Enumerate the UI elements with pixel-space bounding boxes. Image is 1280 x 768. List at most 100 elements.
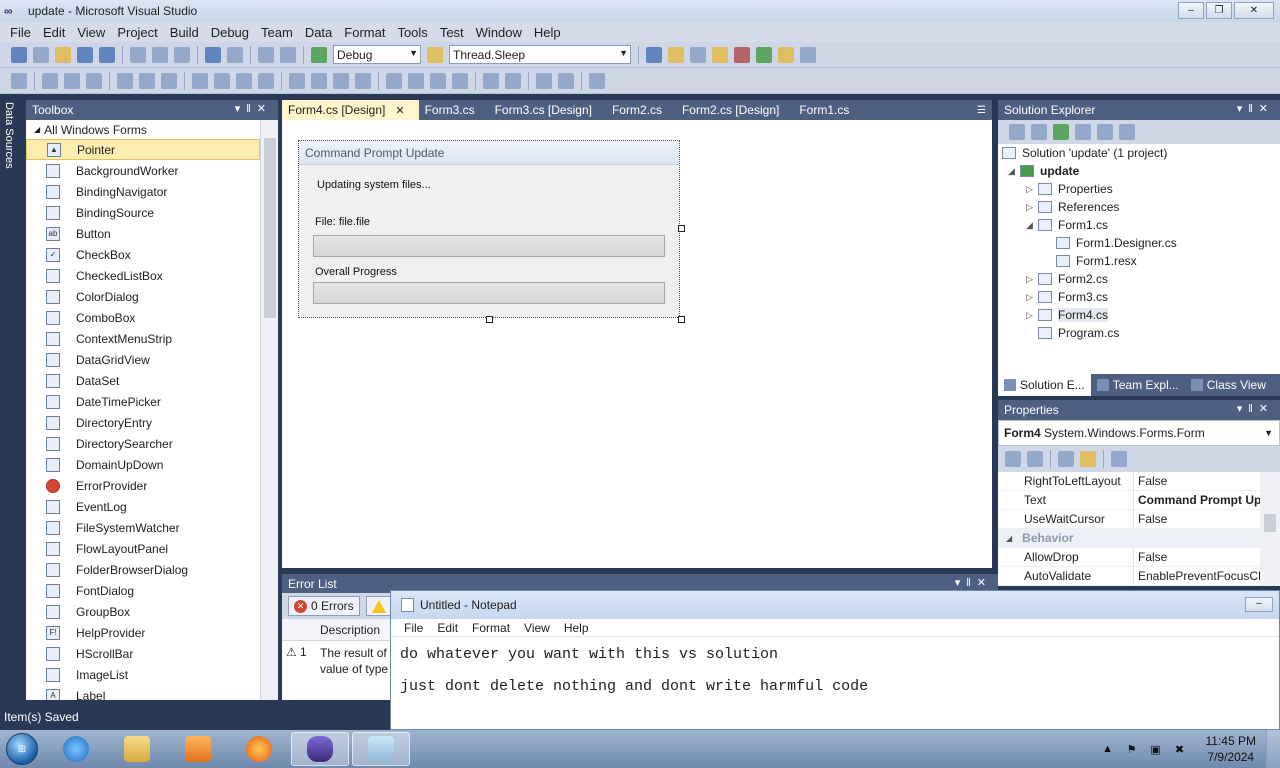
show-all-files-icon[interactable] [1031,124,1047,140]
chevron-down-icon[interactable]: ▾ [235,103,247,115]
toolbox-item-backgroundworker[interactable]: BackgroundWorker [26,160,260,181]
show-desktop-button[interactable] [1266,730,1280,768]
menu-format[interactable]: Format [338,25,391,40]
redo-icon[interactable] [227,46,243,63]
toolbox-item-label[interactable]: A Label [26,685,260,700]
tree-node-references[interactable]: ▷ References [998,198,1280,216]
solution-configuration-dropdown[interactable]: Debug ▼ [333,45,421,64]
toolbox-item-checkbox[interactable]: ✓ CheckBox [26,244,260,265]
tab-solution-explorer[interactable]: Solution E... [998,374,1091,396]
vertical-spacing-increase-icon[interactable] [408,72,424,89]
categorized-icon[interactable] [1005,451,1021,467]
view-designer-icon[interactable] [1097,124,1113,140]
command-window-icon[interactable] [800,46,816,63]
toolbox-item-helpprovider[interactable]: F! HelpProvider [26,622,260,643]
make-same-height-icon[interactable] [236,72,252,89]
taskbar-visual-studio[interactable] [291,732,349,766]
start-page-icon[interactable] [756,46,772,63]
form4-preview[interactable]: Command Prompt Update Updating system fi… [298,140,685,323]
menu-debug[interactable]: Debug [205,25,255,40]
properties-icon[interactable] [1009,124,1025,140]
center-horizontally-icon[interactable] [483,72,499,89]
start-debugging-icon[interactable] [311,46,327,63]
notepad-menu-format[interactable]: Format [465,621,517,635]
toolbox-item-domainupdown[interactable]: DomainUpDown [26,454,260,475]
menu-project[interactable]: Project [111,25,163,40]
close-icon[interactable]: ✕ [1259,103,1274,115]
new-project-icon[interactable] [11,46,27,63]
vertical-spacing-equal-icon[interactable] [386,72,402,89]
view-class-diagram-icon[interactable] [1119,124,1135,140]
close-icon[interactable]: ✕ [395,104,404,117]
toolbox-icon[interactable] [712,46,728,63]
notepad-text-area[interactable]: do whatever you want with this vs soluti… [391,637,1279,705]
toolbox-item-fontdialog[interactable]: FontDialog [26,580,260,601]
bring-to-front-icon[interactable] [536,72,552,89]
property-pages-icon[interactable] [1111,451,1127,467]
toolbox-item-hscrollbar[interactable]: HScrollBar [26,643,260,664]
tree-node-form1-resx[interactable]: Form1.resx [998,252,1280,270]
volume-muted-icon[interactable]: ✖ [1173,742,1187,756]
tab-overflow-icon[interactable]: ☰ [977,105,986,116]
events-lightning-icon[interactable] [1080,451,1096,467]
toolbox-scrollbar[interactable] [260,120,278,700]
data-sources-tab[interactable]: Data Sources [3,102,15,169]
close-icon[interactable]: ✕ [977,577,992,589]
tab-team-explorer[interactable]: Team Expl... [1091,374,1185,396]
tree-node-form3[interactable]: ▷ Form3.cs [998,288,1280,306]
size-to-grid-icon[interactable] [214,72,230,89]
view-code-icon[interactable] [1075,124,1091,140]
align-tops-icon[interactable] [117,72,133,89]
tree-node-form4[interactable]: ▷ Form4.cs [998,306,1280,324]
expand-triangle-icon[interactable]: ▷ [1026,274,1038,285]
vertical-spacing-remove-icon[interactable] [452,72,468,89]
find-in-files-icon[interactable] [427,46,443,63]
toolbox-item-bindingnavigator[interactable]: BindingNavigator [26,181,260,202]
align-bottoms-icon[interactable] [161,72,177,89]
navigate-forward-icon[interactable] [280,46,296,63]
errors-filter-button[interactable]: ✕ 0 Errors [288,596,360,616]
scroll-thumb[interactable] [1264,514,1276,532]
notepad-minimize-button[interactable]: – [1245,597,1273,612]
tab-form4-design[interactable]: Form4.cs [Design] ✕ [282,100,419,120]
vertical-spacing-decrease-icon[interactable] [430,72,446,89]
toolbox-item-flowlayoutpanel[interactable]: FlowLayoutPanel [26,538,260,559]
properties-scrollbar[interactable] [1260,472,1280,586]
file-label[interactable]: File: file.file [315,216,370,228]
menu-data[interactable]: Data [299,25,338,40]
toolbox-item-combobox[interactable]: ComboBox [26,307,260,328]
tree-node-form1[interactable]: ◢ Form1.cs [998,216,1280,234]
pin-icon[interactable]: ‖ [1248,403,1259,415]
save-all-icon[interactable] [99,46,115,63]
close-icon[interactable]: ✕ [1259,403,1274,415]
align-rights-icon[interactable] [86,72,102,89]
tab-form3-design[interactable]: Form3.cs [Design] [489,100,606,120]
properties-view-icon[interactable] [1058,451,1074,467]
make-same-width-icon[interactable] [192,72,208,89]
chevron-down-icon[interactable]: ▾ [1237,103,1249,115]
toolbox-item-button[interactable]: ab Button [26,223,260,244]
toolbox-item-datagridview[interactable]: DataGridView [26,349,260,370]
network-icon[interactable]: ▣ [1149,742,1163,756]
horizontal-spacing-increase-icon[interactable] [311,72,327,89]
expand-triangle-icon[interactable]: ▷ [1026,310,1038,321]
property-row[interactable]: Text Command Prompt Up [998,491,1260,510]
toolbox-item-groupbox[interactable]: GroupBox [26,601,260,622]
tree-node-form1-designer[interactable]: Form1.Designer.cs [998,234,1280,252]
overall-progress-bar[interactable] [313,282,665,304]
start-button[interactable]: ⊞ [0,730,44,768]
property-row[interactable]: UseWaitCursor False [998,510,1260,529]
refresh-icon[interactable] [1053,124,1069,140]
clock[interactable]: 11:45 PM 7/9/2024 [1206,733,1256,765]
horizontal-spacing-decrease-icon[interactable] [333,72,349,89]
tab-form3-cs[interactable]: Form3.cs [419,100,489,120]
resize-handle-right[interactable] [678,225,685,232]
undo-icon[interactable] [205,46,221,63]
toolbox-item-colordialog[interactable]: ColorDialog [26,286,260,307]
toolbox-item-imagelist[interactable]: ImageList [26,664,260,685]
align-centers-icon[interactable] [64,72,80,89]
property-row[interactable]: AllowDrop False [998,548,1260,567]
expand-triangle-icon[interactable]: ▷ [1026,292,1038,303]
toolbox-item-directorysearcher[interactable]: DirectorySearcher [26,433,260,454]
toolbox-item-pointer[interactable]: ▲ Pointer [26,139,260,160]
